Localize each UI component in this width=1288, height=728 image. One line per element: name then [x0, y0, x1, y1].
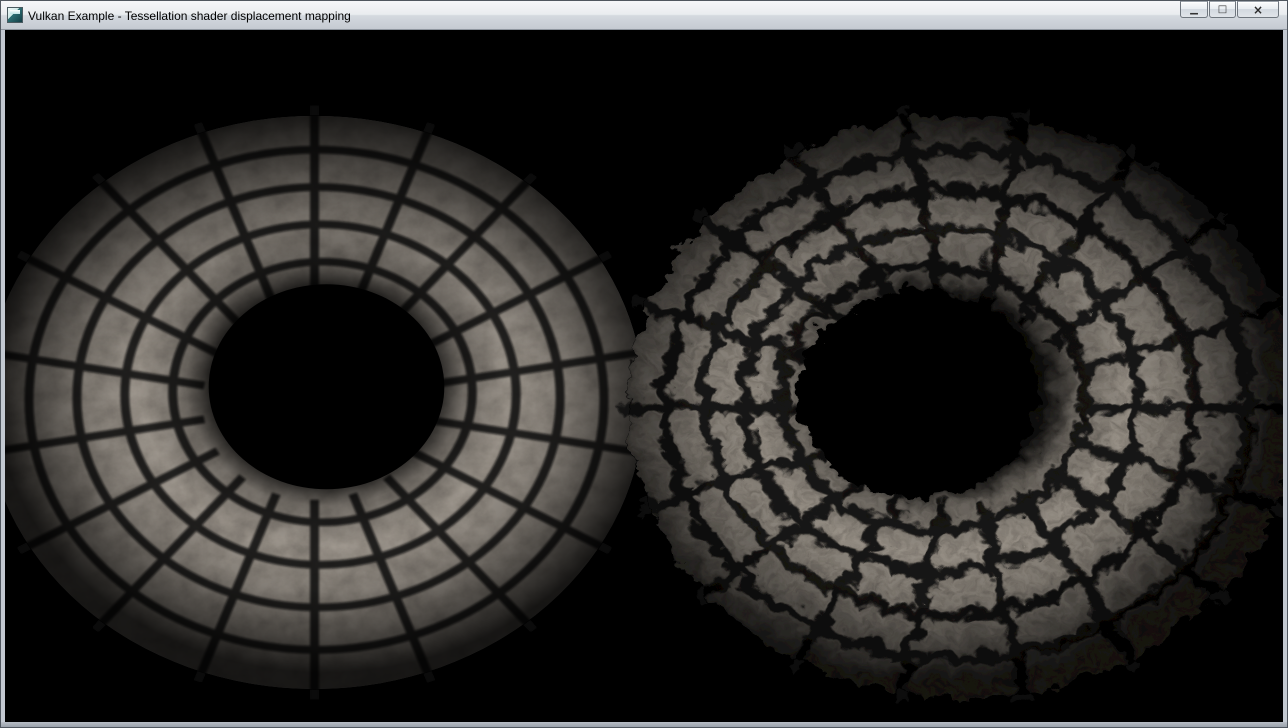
window-title: Vulkan Example - Tessellation shader dis…	[28, 8, 1172, 23]
close-icon: ×	[1253, 3, 1263, 17]
maximize-icon: □	[1218, 4, 1227, 15]
app-window: Vulkan Example - Tessellation shader dis…	[0, 0, 1288, 728]
render-viewport[interactable]	[5, 30, 1283, 722]
app-icon	[7, 7, 23, 23]
minimize-icon: ▁	[1190, 4, 1198, 15]
maximize-button[interactable]: □	[1209, 1, 1236, 18]
close-button[interactable]: ×	[1237, 1, 1279, 18]
window-controls: ▁ □ ×	[1180, 1, 1279, 18]
scene-svg	[5, 30, 1283, 722]
window-frame-bottom	[1, 722, 1287, 727]
title-bar[interactable]: Vulkan Example - Tessellation shader dis…	[1, 1, 1287, 30]
minimize-button[interactable]: ▁	[1180, 1, 1208, 18]
